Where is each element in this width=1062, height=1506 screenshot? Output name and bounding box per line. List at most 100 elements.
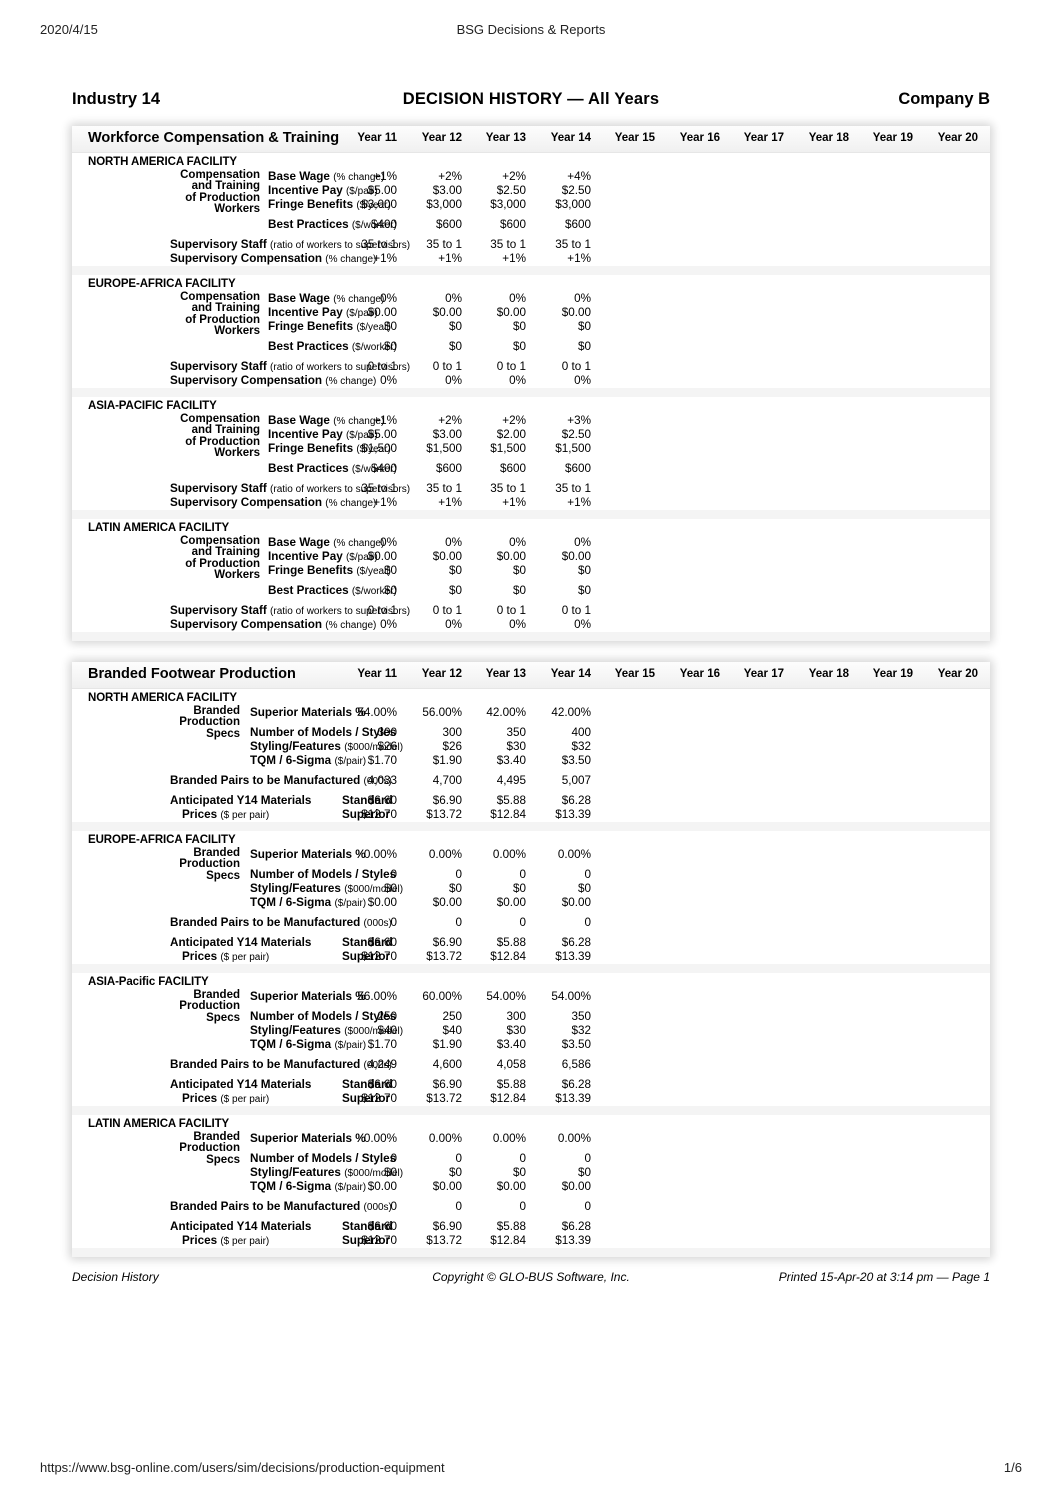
data-cell: $0 [577,564,591,577]
facility-separator [72,388,990,397]
table-row: Styling/Features ($000/model) $0 $0 $0 $0 [72,1166,990,1180]
data-cell: $0 [577,882,591,895]
data-cell: $0.00 [367,896,397,909]
facility-title: LATIN AMERICA FACILITY [88,522,230,534]
facility-separator [72,510,990,519]
facility-title: NORTH AMERICA FACILITY [88,692,237,704]
row-label: Prices ($ per pair) [182,1234,270,1247]
data-cell: 4,249 [367,1058,397,1071]
data-cell: 35 to 1 [361,482,397,495]
facility-title: LATIN AMERICA FACILITY [88,1118,230,1130]
facility-section: NORTH AMERICA FACILITY Compensation and Tr… [72,153,990,266]
facility-section: LATIN AMERICA FACILITY Compensation and Tr… [72,519,990,632]
data-cell: $5.88 [496,1220,526,1233]
report-title-band: Industry 14 DECISION HISTORY — All Years… [72,90,990,114]
data-cell: $6.60 [367,936,397,949]
facility-separator [72,822,990,831]
year-header: Year 14 [550,668,591,680]
data-cell: $13.39 [555,950,591,963]
table-row: Anticipated Y14 Materials Standard $6.60 $6… [72,936,990,950]
data-cell: 6,586 [561,1058,591,1071]
data-cell: +1% [502,252,526,265]
data-cell: $26 [377,740,397,753]
data-cell: $0.00 [367,550,397,563]
data-cell: $3,000 [361,198,397,211]
year-header: Year 18 [808,668,849,680]
table-row: Number of Models / Styles 300 300 350 400 [72,726,990,740]
data-cell: $3.40 [496,1038,526,1051]
data-cell: $13.39 [555,808,591,821]
data-cell: $6.28 [561,1220,591,1233]
data-cell: $600 [499,462,526,475]
data-cell: 4,700 [432,774,462,787]
data-cell: $1,500 [490,442,526,455]
data-cell: +1% [567,252,591,265]
data-cell: $3.00 [432,184,462,197]
data-cell: 0.00% [492,848,526,861]
data-cell: 350 [506,726,526,739]
data-cell: $0.00 [496,896,526,909]
data-cell: $0 [448,320,462,333]
workforce-panel-title: Workforce Compensation & Training [88,130,340,146]
data-cell: $1,500 [555,442,591,455]
data-cell: $12.84 [490,950,526,963]
table-row: Prices ($ per pair) Superior $12.70 $13.72 $… [72,1234,990,1248]
data-cell: $0.00 [561,1180,591,1193]
data-cell: $0.00 [561,306,591,319]
data-cell: $600 [499,218,526,231]
table-row: Number of Models / Styles 0 0 0 0 [72,1152,990,1166]
data-cell: $600 [564,218,591,231]
data-cell: $0.00 [367,1180,397,1193]
data-cell: $1.70 [367,1038,397,1051]
table-row: TQM / 6-Sigma ($/pair) $0.00 $0.00 $0.00 $0.… [72,1180,990,1194]
data-cell: 0% [574,618,591,631]
data-cell: 4,058 [496,1058,526,1071]
data-cell: 0% [445,374,462,387]
data-cell: $3,000 [555,198,591,211]
table-row: Supervisory Staff (ratio of workers to s… [72,360,990,374]
facility-title: ASIA-PACIFIC FACILITY [88,400,217,412]
data-cell: $0.00 [367,306,397,319]
data-cell: +2% [438,170,462,183]
data-cell: $6.28 [561,936,591,949]
table-row: Base Wage (% change) 0% 0% 0% 0% [72,292,990,306]
data-cell: 0% [380,618,397,631]
data-cell: $0 [577,1166,591,1179]
table-row: Best Practices ($/worker) $0 $0 $0 $0 [72,584,990,598]
data-cell: $0.00 [561,896,591,909]
data-cell: $600 [435,218,462,231]
year-header: Year 16 [679,132,720,144]
row-label: Anticipated Y14 Materials [170,794,312,807]
data-cell: 250 [377,1010,397,1023]
table-row: Fringe Benefits ($/year) $3,000 $3,000 $3,0… [72,198,990,212]
data-cell: $5.88 [496,794,526,807]
facility-separator [72,266,990,275]
data-cell: 35 to 1 [555,482,591,495]
table-row: Incentive Pay ($/pair) $0.00 $0.00 $0.00 $0.… [72,306,990,320]
data-cell: $0 [448,340,462,353]
facility-separator [72,632,990,641]
data-cell: $600 [564,462,591,475]
table-row: Superior Materials % 0.00% 0.00% 0.00% 0.00% [72,1132,990,1146]
report-footer-right: Printed 15-Apr-20 at 3:14 pm — Page 1 [778,1270,990,1284]
page-url: https://www.bsg-online.com/users/sim/dec… [40,1460,445,1475]
data-cell: 4,033 [367,774,397,787]
data-cell: 0 [584,1152,591,1165]
data-cell: 0.00% [428,848,462,861]
row-label: Prices ($ per pair) [182,808,270,821]
data-cell: $13.72 [426,1234,462,1247]
table-row: Best Practices ($/worker) $0 $0 $0 $0 [72,340,990,354]
data-cell: $2.50 [561,428,591,441]
data-cell: 35 to 1 [555,238,591,251]
table-row: Incentive Pay ($/pair) $5.00 $3.00 $2.00 $2.… [72,428,990,442]
table-row: Number of Models / Styles 0 0 0 0 [72,868,990,882]
table-row: Styling/Features ($000/model) $26 $26 $30 $3… [72,740,990,754]
data-cell: $32 [571,740,591,753]
year-header: Year 13 [485,132,526,144]
year-header: Year 20 [937,668,978,680]
data-cell: $26 [442,740,462,753]
data-cell: $0 [383,340,397,353]
data-cell: 35 to 1 [490,238,526,251]
data-cell: $2.00 [496,428,526,441]
data-cell: 0 [584,916,591,929]
